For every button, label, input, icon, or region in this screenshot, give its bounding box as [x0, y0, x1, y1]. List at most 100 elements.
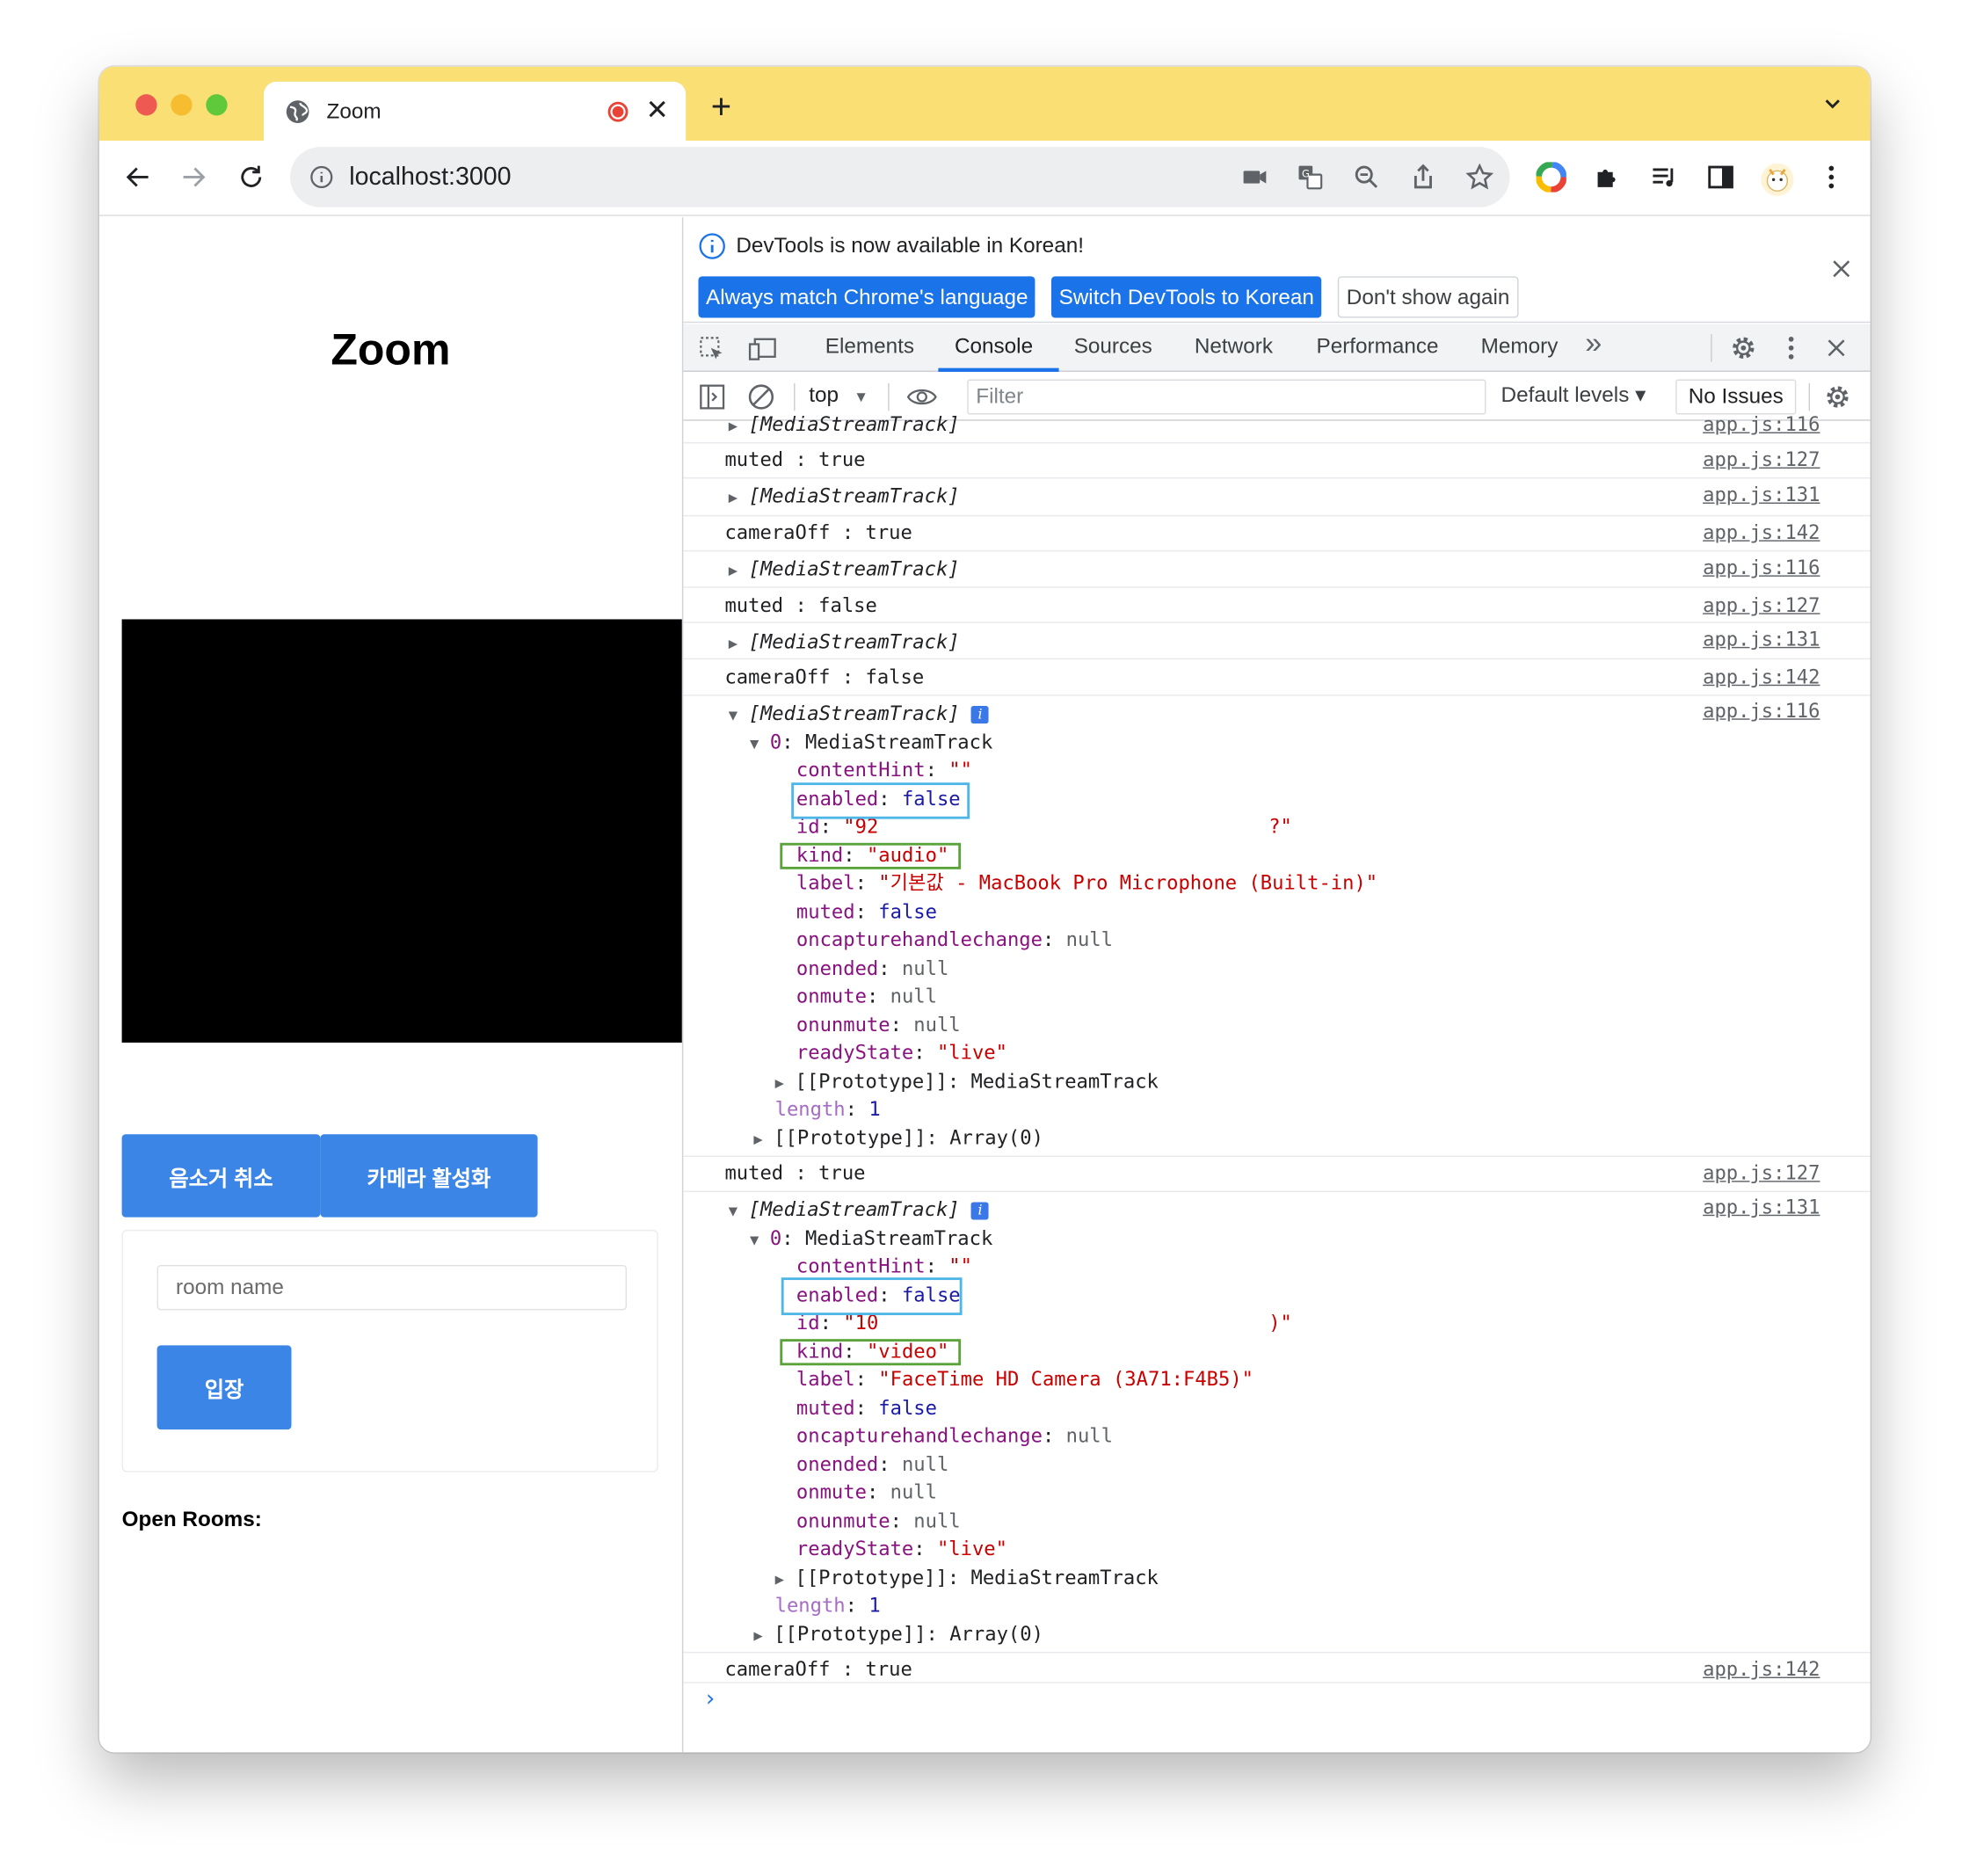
- prop-onended: onended: null: [796, 956, 949, 980]
- source-link[interactable]: app.js:131: [1703, 627, 1820, 652]
- array-prototype[interactable]: ▶ [[Prototype]]: Array(0): [753, 1125, 1043, 1152]
- enter-button[interactable]: 입장: [156, 1345, 292, 1430]
- sidebar-toggle-icon[interactable]: [698, 383, 725, 418]
- inspect-element-icon[interactable]: [698, 336, 725, 370]
- browser-window: Zoom ✕ + localhost:3000 G Zoom 음소거 취소 카메…: [98, 66, 1871, 1753]
- console-message[interactable]: ▶ [MediaStreamTrack]: [729, 629, 960, 656]
- side-panel-icon[interactable]: [1705, 162, 1735, 198]
- browser-tab[interactable]: Zoom ✕: [264, 81, 687, 142]
- close-devtools-icon[interactable]: [1825, 337, 1848, 366]
- profile-avatar[interactable]: [1760, 162, 1795, 203]
- tab-memory[interactable]: Memory: [1481, 334, 1559, 360]
- source-link[interactable]: app.js:131: [1703, 483, 1820, 508]
- tab-sources[interactable]: Sources: [1074, 334, 1152, 360]
- camera-button[interactable]: 카메라 활성화: [320, 1134, 538, 1218]
- console-message[interactable]: ▶ [MediaStreamTrack]: [729, 412, 960, 439]
- globe-icon: [285, 99, 310, 131]
- tab-strip: Zoom ✕ +: [98, 66, 1871, 142]
- tab-network[interactable]: Network: [1195, 334, 1273, 360]
- extensions-puzzle-icon[interactable]: [1593, 162, 1623, 198]
- settings-gear-icon[interactable]: [1730, 334, 1757, 368]
- enabled-highlight-box: [791, 782, 970, 819]
- source-link[interactable]: app.js:127: [1703, 593, 1820, 618]
- filter-input[interactable]: Filter: [967, 379, 1486, 415]
- minimize-window-button[interactable]: [171, 94, 193, 116]
- prop-prototype[interactable]: ▶ [[Prototype]]: MediaStreamTrack: [775, 1565, 1159, 1591]
- source-link[interactable]: app.js:142: [1703, 665, 1820, 690]
- more-tabs-button[interactable]: »: [1585, 327, 1602, 362]
- address-bar[interactable]: localhost:3000 G: [290, 147, 1510, 207]
- reload-icon[interactable]: [237, 164, 265, 198]
- console-output: ▶ [MediaStreamTrack] app.js:116 muted : t…: [683, 413, 1871, 1752]
- chevron-down-icon[interactable]: [1822, 94, 1842, 120]
- video-player[interactable]: [121, 619, 682, 1043]
- array-item[interactable]: ▼ 0: MediaStreamTrack: [750, 730, 992, 756]
- source-link[interactable]: app.js:116: [1703, 556, 1820, 581]
- devtools-tab-bar: Elements Console Sources Network Perform…: [683, 324, 1871, 372]
- maximize-window-button[interactable]: [206, 94, 228, 116]
- audio-track-header[interactable]: ▼ [MediaStreamTrack] i: [729, 701, 990, 727]
- context-selector[interactable]: top ▼: [809, 383, 868, 409]
- svg-text:G: G: [1302, 167, 1310, 179]
- infobar-message: DevTools is now available in Korean!: [736, 233, 1084, 258]
- context-value: top: [809, 382, 839, 407]
- message-text: [MediaStreamTrack]: [748, 413, 960, 436]
- page-title: Zoom: [331, 325, 451, 374]
- tab-console[interactable]: Console: [955, 334, 1033, 360]
- prop-prototype[interactable]: ▶ [[Prototype]]: MediaStreamTrack: [775, 1069, 1159, 1095]
- issues-button[interactable]: No Issues: [1675, 379, 1797, 415]
- switch-language-button[interactable]: Switch DevTools to Korean: [1050, 276, 1322, 318]
- tab-performance[interactable]: Performance: [1316, 334, 1438, 360]
- prop-muted: muted: false: [796, 900, 937, 924]
- room-name-input[interactable]: room name: [156, 1264, 628, 1311]
- match-language-button[interactable]: Always match Chrome's language: [698, 276, 1036, 318]
- media-controls-icon[interactable]: [1649, 162, 1679, 198]
- chrome-menu-icon[interactable]: [1824, 162, 1839, 198]
- array-item[interactable]: ▼ 0: MediaStreamTrack: [750, 1226, 992, 1253]
- devtools-menu-icon[interactable]: [1786, 334, 1796, 368]
- color-extension-icon[interactable]: [1535, 161, 1567, 198]
- divider: [794, 382, 796, 411]
- source-link[interactable]: app.js:116: [1703, 698, 1820, 723]
- console-message[interactable]: ▶ [MediaStreamTrack]: [729, 484, 960, 510]
- console-message[interactable]: ▶ [MediaStreamTrack]: [729, 556, 960, 583]
- tab-close-button[interactable]: ✕: [645, 94, 668, 127]
- console-message: cameraOff : true: [724, 1658, 912, 1681]
- prop-label: label: "기본값 - MacBook Pro Microphone (Bu…: [796, 871, 1378, 895]
- enabled-highlight-box: [781, 1277, 963, 1316]
- video-track-header[interactable]: ▼ [MediaStreamTrack] i: [729, 1197, 990, 1224]
- source-link[interactable]: app.js:142: [1703, 520, 1820, 546]
- zoom-icon[interactable]: [1353, 164, 1380, 198]
- device-toolbar-icon[interactable]: [747, 336, 777, 370]
- share-icon[interactable]: [1409, 164, 1436, 198]
- close-window-button[interactable]: [135, 94, 157, 116]
- mute-button[interactable]: 음소거 취소: [121, 1134, 321, 1218]
- divider: [888, 382, 890, 411]
- source-link[interactable]: app.js:131: [1703, 1195, 1820, 1220]
- forward-arrow-icon[interactable]: [179, 164, 207, 198]
- prop-id-tail: )": [1268, 1311, 1292, 1334]
- source-link[interactable]: app.js:142: [1703, 1657, 1820, 1683]
- info-badge-icon: i: [971, 1202, 990, 1220]
- open-rooms-heading: Open Rooms:: [121, 1507, 262, 1531]
- array-prototype[interactable]: ▶ [[Prototype]]: Array(0): [753, 1622, 1043, 1648]
- tab-elements[interactable]: Elements: [825, 334, 914, 360]
- prop-onmute: onmute: null: [796, 985, 937, 1007]
- console-prompt-caret[interactable]: ›: [703, 1686, 716, 1712]
- site-info-icon[interactable]: [310, 165, 333, 195]
- camera-in-use-icon[interactable]: [1241, 164, 1268, 198]
- source-link[interactable]: app.js:127: [1703, 447, 1820, 473]
- translate-icon[interactable]: G: [1297, 164, 1324, 198]
- new-tab-button[interactable]: +: [711, 89, 731, 124]
- bookmark-star-icon[interactable]: [1465, 163, 1494, 198]
- log-levels-dropdown[interactable]: Default levels ▾: [1501, 383, 1646, 409]
- source-link[interactable]: app.js:127: [1703, 1160, 1820, 1186]
- dont-show-again-button[interactable]: Don't show again: [1337, 276, 1519, 318]
- live-expression-eye-icon[interactable]: [905, 384, 938, 416]
- back-arrow-icon[interactable]: [124, 164, 151, 198]
- close-icon[interactable]: [1830, 258, 1853, 287]
- welcome-form: room name 입장: [121, 1229, 658, 1472]
- console-settings-gear-icon[interactable]: [1824, 383, 1851, 418]
- source-link[interactable]: app.js:116: [1703, 412, 1820, 438]
- prop-muted: muted: false: [796, 1396, 937, 1420]
